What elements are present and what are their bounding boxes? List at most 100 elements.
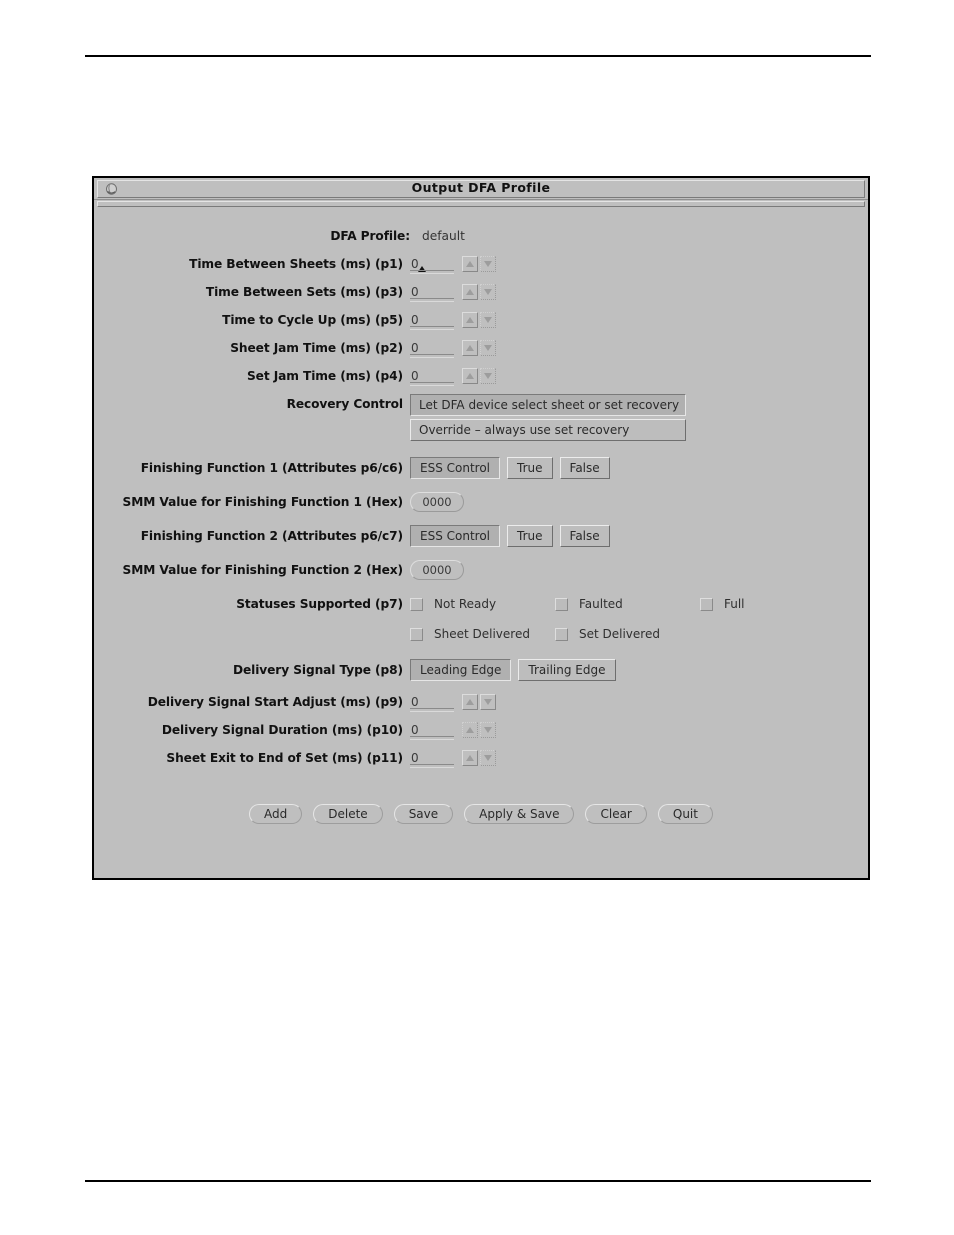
spinner-up-icon[interactable] [462,368,478,384]
smm-value-2-field[interactable]: 0000 [410,560,464,580]
label-sheet-jam-time: Sheet Jam Time (ms) (p2) [230,341,403,355]
checkbox-box-icon[interactable] [410,597,423,611]
field-row-sheet-exit-to-end-of-set: Sheet Exit to End of Set (ms) (p11) 0 [94,744,868,772]
finishing-function-1-options: ESS Control True False [410,457,610,479]
spinner-time-to-cycle-up[interactable] [462,312,496,328]
field-underline [410,382,454,386]
spinner-down-icon[interactable] [480,256,496,272]
label-finishing-function-2: Finishing Function 2 (Attributes p6/c7) [140,529,403,543]
input-set-jam-time[interactable]: 0 [410,366,454,386]
value-time-between-sets: 0 [411,285,419,299]
label-recovery-control: Recovery Control [286,397,404,411]
titlebar-separator [97,201,865,207]
spinner-up-icon[interactable] [462,694,478,710]
checkbox-label-full: Full [724,597,745,611]
checkbox-box-icon[interactable] [555,597,568,611]
spinner-delivery-signal-duration[interactable] [462,722,496,738]
smm-value-1-field[interactable]: 0000 [410,492,464,512]
checkbox-full[interactable]: Full [700,597,745,611]
input-time-between-sets[interactable]: 0 [410,282,454,302]
recovery-control-options: Let DFA device select sheet or set recov… [410,394,686,441]
checkbox-box-icon[interactable] [555,627,568,641]
field-underline [410,736,454,740]
clear-button[interactable]: Clear [585,804,647,824]
save-button[interactable]: Save [393,804,454,824]
checkbox-label-sheet-delivered: Sheet Delivered [434,627,530,641]
spinner-time-between-sets[interactable] [462,284,496,300]
spinner-up-icon[interactable] [462,750,478,766]
add-button[interactable]: Add [249,804,303,824]
window-titlebar: Output DFA Profile [94,178,868,200]
spinner-down-icon[interactable] [480,694,496,710]
dialog-action-buttons: Add Delete Save Apply & Save Clear Quit [94,804,868,824]
spinner-down-icon[interactable] [480,312,496,328]
finishing-function-2-row: Finishing Function 2 (Attributes p6/c7) … [94,522,868,550]
spinner-up-icon[interactable] [462,256,478,272]
label-statuses-supported: Statuses Supported (p7) [236,597,403,611]
spinner-down-icon[interactable] [480,722,496,738]
dfa-profile-value: default [422,229,465,243]
spinner-up-icon[interactable] [462,312,478,328]
spinner-down-icon[interactable] [480,750,496,766]
ff1-option-ess-control[interactable]: ESS Control [410,457,501,479]
input-delivery-signal-duration[interactable]: 0 [410,720,454,740]
field-row-delivery-signal-start-adjust: Delivery Signal Start Adjust (ms) (p9) 0 [94,688,868,716]
field-underline [410,708,454,712]
dst-option-trailing-edge[interactable]: Trailing Edge [518,659,616,681]
dfa-profile-label: DFA Profile: [330,229,410,243]
checkbox-set-delivered[interactable]: Set Delivered [555,627,660,641]
label-time-between-sheets: Time Between Sheets (ms) (p1) [189,257,403,271]
checkbox-box-icon[interactable] [700,597,713,611]
recovery-option-device-select[interactable]: Let DFA device select sheet or set recov… [410,394,686,416]
ff2-option-true[interactable]: True [507,525,553,547]
ff2-option-ess-control[interactable]: ESS Control [410,525,501,547]
field-row-sheet-jam-time: Sheet Jam Time (ms) (p2) 0 [94,334,868,362]
label-smm-value-2: SMM Value for Finishing Function 2 (Hex) [122,563,404,577]
output-dfa-profile-dialog: Output DFA Profile DFA Profile: default … [92,176,870,880]
value-sheet-exit-to-end-of-set: 0 [411,751,419,765]
ff1-option-false[interactable]: False [559,457,610,479]
spinner-up-icon[interactable] [462,722,478,738]
spinner-up-icon[interactable] [462,284,478,300]
delivery-signal-type-row: Delivery Signal Type (p8) Leading Edge T… [94,656,868,684]
apply-and-save-button[interactable]: Apply & Save [464,804,575,824]
input-time-between-sheets[interactable]: 0 [410,254,454,274]
input-delivery-signal-start-adjust[interactable]: 0 [410,692,454,712]
spinner-down-icon[interactable] [480,368,496,384]
dst-option-leading-edge[interactable]: Leading Edge [410,659,512,681]
recovery-control-row: Recovery Control Let DFA device select s… [94,394,868,446]
spinner-set-jam-time[interactable] [462,368,496,384]
field-underline [410,354,454,358]
finishing-function-2-options: ESS Control True False [410,525,610,547]
input-sheet-jam-time[interactable]: 0 [410,338,454,358]
label-sheet-exit-to-end-of-set: Sheet Exit to End of Set (ms) (p11) [166,751,403,765]
spinner-down-icon[interactable] [480,340,496,356]
spinner-sheet-exit-to-end-of-set[interactable] [462,750,496,766]
input-sheet-exit-to-end-of-set[interactable]: 0 [410,748,454,768]
smm-value-1-row: SMM Value for Finishing Function 1 (Hex)… [94,488,868,516]
spinner-sheet-jam-time[interactable] [462,340,496,356]
statuses-supported-row-2: Sheet Delivered Set Delivered [94,620,868,648]
spinner-delivery-signal-start-adjust[interactable] [462,694,496,710]
value-sheet-jam-time: 0 [411,341,419,355]
delete-button[interactable]: Delete [313,804,383,824]
finishing-function-1-row: Finishing Function 1 (Attributes p6/c6) … [94,454,868,482]
spinner-up-icon[interactable] [462,340,478,356]
input-time-to-cycle-up[interactable]: 0 [410,310,454,330]
checkbox-faulted[interactable]: Faulted [555,597,700,611]
checkbox-not-ready[interactable]: Not Ready [410,597,555,611]
spinner-time-between-sheets[interactable] [462,256,496,272]
checkbox-box-icon[interactable] [410,627,423,641]
value-delivery-signal-duration: 0 [411,723,419,737]
window-menu-icon[interactable] [104,182,119,197]
ff2-option-false[interactable]: False [559,525,610,547]
field-underline [410,270,454,274]
page-header-rule [85,55,871,57]
value-set-jam-time: 0 [411,369,419,383]
recovery-option-override[interactable]: Override – always use set recovery [410,419,686,441]
spinner-down-icon[interactable] [480,284,496,300]
quit-button[interactable]: Quit [657,804,713,824]
ff1-option-true[interactable]: True [507,457,553,479]
delivery-signal-type-options: Leading Edge Trailing Edge [410,659,616,681]
checkbox-sheet-delivered[interactable]: Sheet Delivered [410,627,555,641]
